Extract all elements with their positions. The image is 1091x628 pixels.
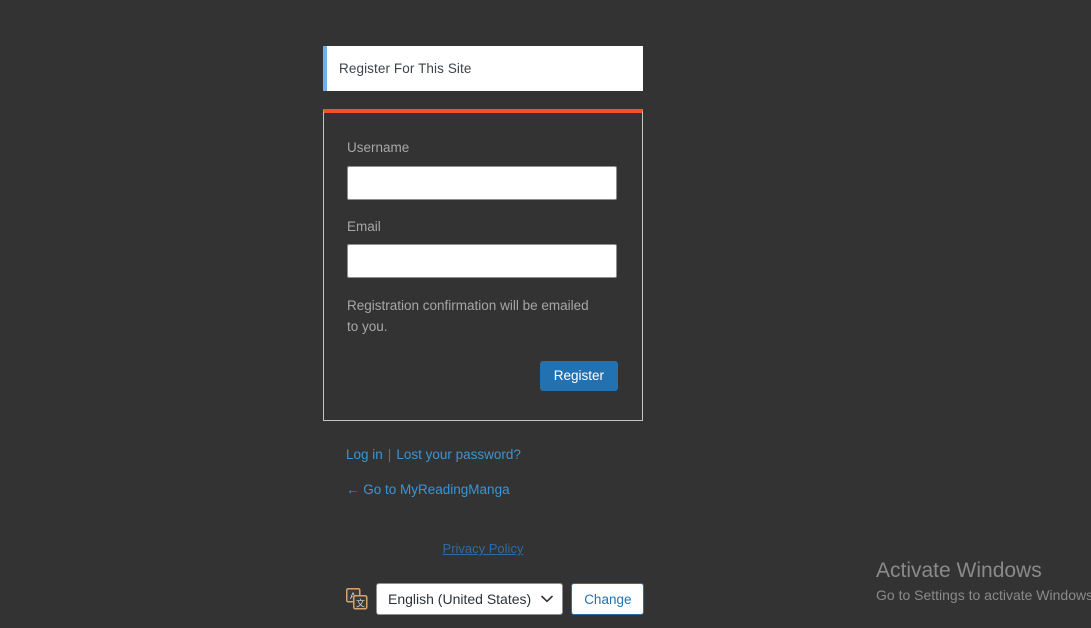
register-button[interactable]: Register bbox=[539, 360, 618, 392]
watermark-subtitle: Go to Settings to activate Windows. bbox=[876, 587, 1091, 604]
nav-links: Log in | Lost your password? bbox=[346, 447, 521, 462]
submit-row: Register bbox=[347, 360, 619, 392]
back-to-blog-link[interactable]: ← Go to MyReadingManga bbox=[346, 482, 510, 497]
email-label: Email bbox=[347, 218, 381, 234]
lost-password-link[interactable]: Lost your password? bbox=[396, 447, 521, 462]
nav-separator: | bbox=[387, 447, 392, 462]
privacy-policy-wrapper: Privacy Policy bbox=[323, 540, 643, 558]
language-switcher: A 文 English (United States) Change bbox=[346, 583, 645, 615]
language-select[interactable]: English (United States) bbox=[376, 583, 564, 615]
login-page: Register For This Site Username Email Re… bbox=[323, 0, 645, 628]
login-link[interactable]: Log in bbox=[346, 447, 383, 462]
email-input[interactable] bbox=[347, 244, 617, 279]
privacy-policy-link[interactable]: Privacy Policy bbox=[443, 541, 524, 556]
registration-note: Registration confirmation will be emaile… bbox=[347, 298, 589, 335]
username-label: Username bbox=[347, 140, 410, 155]
back-to-blog: ← Go to MyReadingManga bbox=[346, 482, 510, 497]
username-input[interactable] bbox=[347, 165, 617, 200]
language-select-value: English (United States) bbox=[388, 591, 532, 607]
chevron-down-icon bbox=[541, 590, 553, 608]
change-language-button[interactable]: Change bbox=[571, 583, 645, 615]
watermark-title: Activate Windows bbox=[876, 559, 1042, 582]
register-message-box: Register For This Site bbox=[323, 46, 643, 91]
registration-form: Username Email Registration confirmation… bbox=[323, 109, 643, 421]
svg-text:文: 文 bbox=[356, 598, 365, 610]
register-message-text: Register For This Site bbox=[339, 61, 472, 76]
translate-icon: A 文 bbox=[346, 588, 368, 610]
windows-activation-watermark: Activate Windows Go to Settings to activ… bbox=[876, 558, 1091, 604]
